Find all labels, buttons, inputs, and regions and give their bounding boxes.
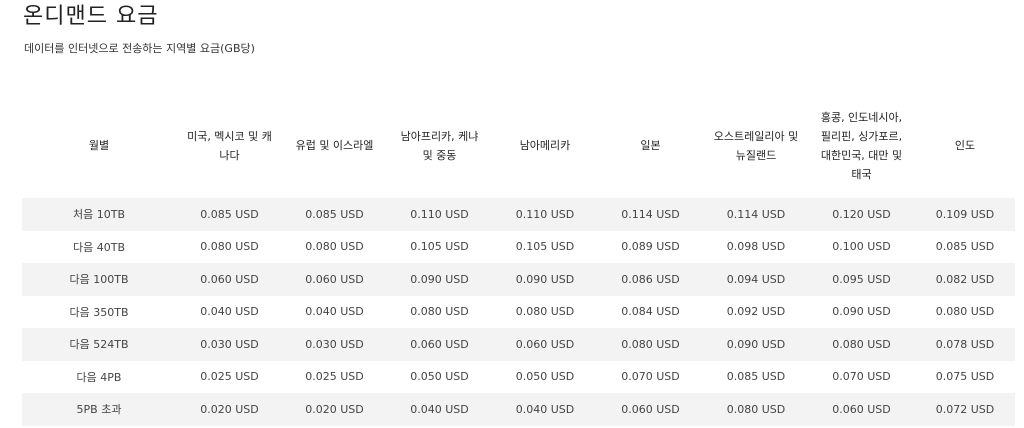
table-row: 다음 524TB 0.030 USD 0.030 USD 0.060 USD 0.060… [22, 328, 1015, 361]
price-cell: 0.072 USD [915, 393, 1015, 426]
price-cell: 0.114 USD [597, 198, 704, 231]
price-cell: 0.078 USD [915, 328, 1015, 361]
price-cell: 0.094 USD [704, 263, 808, 296]
price-cell: 0.080 USD [808, 328, 915, 361]
page-title: 온디맨드 요금 [23, 4, 159, 29]
price-cell: 0.080 USD [305, 240, 364, 254]
price-cell: 0.085 USD [283, 198, 386, 231]
column-header: 일본 [640, 139, 661, 152]
tier-cell: 처음 10TB [22, 198, 176, 231]
price-cell: 0.020 USD [283, 393, 386, 426]
price-cell: 0.040 USD [200, 305, 259, 319]
price-cell: 0.080 USD [410, 305, 469, 319]
table-row: 처음 10TB 0.085 USD 0.085 USD 0.110 USD 0.110 … [22, 198, 1015, 231]
column-header: 월별 [88, 139, 110, 152]
table-row: 5PB 초과 0.020 USD 0.020 USD 0.040 USD 0.040 U… [22, 393, 1015, 426]
price-cell: 0.070 USD [621, 370, 680, 384]
column-header: 홍콩, 인도네시아, 필리핀, 싱가포르, 대한민국, 대만 및 태국 [820, 110, 903, 181]
tier-cell: 다음 100TB [22, 263, 176, 296]
price-cell: 0.085 USD [726, 370, 786, 384]
price-cell: 0.092 USD [726, 305, 786, 319]
column-header: 인도 [954, 139, 976, 152]
price-cell: 0.090 USD [386, 263, 493, 296]
price-cell: 0.030 USD [283, 328, 386, 361]
price-cell: 0.060 USD [597, 393, 704, 426]
column-header: 유럽 및 이스라엘 [295, 139, 374, 152]
price-cell: 0.050 USD [515, 370, 575, 384]
price-cell: 0.060 USD [283, 263, 386, 296]
price-cell: 0.120 USD [808, 198, 915, 231]
price-cell: 0.095 USD [808, 263, 915, 296]
price-cell: 0.105 USD [515, 240, 575, 254]
pricing-table: 월별 미국, 멕시코 및 캐나다 유럽 및 이스라엘 남아프리카, 케냐 및 중… [22, 93, 1015, 426]
price-cell: 0.060 USD [386, 328, 493, 361]
tier-cell: 5PB 초과 [22, 393, 176, 426]
price-cell: 0.030 USD [176, 328, 283, 361]
tier-cell: 다음 350TB [69, 305, 129, 319]
price-cell: 0.090 USD [493, 263, 597, 296]
price-cell: 0.060 USD [176, 263, 283, 296]
price-cell: 0.060 USD [808, 393, 915, 426]
column-header: 오스트레일리아 및 뉴질랜드 [713, 129, 799, 162]
table-row: 다음 350TB 0.040 USD 0.040 USD 0.080 USD 0.080… [22, 296, 1015, 329]
price-cell: 0.080 USD [515, 305, 575, 319]
price-cell: 0.100 USD [832, 240, 891, 254]
price-cell: 0.050 USD [410, 370, 469, 384]
column-header: 미국, 멕시코 및 캐나다 [187, 129, 272, 162]
price-cell: 0.060 USD [493, 328, 597, 361]
price-cell: 0.086 USD [597, 263, 704, 296]
column-header: 남아메리카 [519, 139, 571, 152]
table-header-row: 월별 미국, 멕시코 및 캐나다 유럽 및 이스라엘 남아프리카, 케냐 및 중… [22, 93, 1015, 198]
price-cell: 0.110 USD [493, 198, 597, 231]
price-cell: 0.075 USD [935, 370, 995, 384]
table-row: 다음 4PB 0.025 USD 0.025 USD 0.050 USD 0.050 U… [22, 361, 1015, 394]
price-cell: 0.098 USD [726, 240, 786, 254]
table-body: 처음 10TB 0.085 USD 0.085 USD 0.110 USD 0.110 … [22, 198, 1015, 426]
price-cell: 0.040 USD [386, 393, 493, 426]
page-subtitle: 데이터를 인터넷으로 전송하는 지역별 요금(GB당) [24, 42, 255, 55]
price-cell: 0.089 USD [621, 240, 680, 254]
price-cell: 0.070 USD [832, 370, 891, 384]
price-cell: 0.080 USD [935, 305, 995, 319]
price-cell: 0.080 USD [200, 240, 259, 254]
column-header: 남아프리카, 케냐 및 중동 [400, 129, 479, 162]
price-cell: 0.084 USD [621, 305, 680, 319]
tier-cell: 다음 524TB [22, 328, 176, 361]
price-cell: 0.080 USD [597, 328, 704, 361]
price-cell: 0.080 USD [704, 393, 808, 426]
table-row: 다음 100TB 0.060 USD 0.060 USD 0.090 USD 0.090… [22, 263, 1015, 296]
price-cell: 0.040 USD [493, 393, 597, 426]
price-cell: 0.040 USD [305, 305, 364, 319]
price-cell: 0.085 USD [176, 198, 283, 231]
price-cell: 0.090 USD [832, 305, 891, 319]
tier-cell: 다음 40TB [73, 240, 125, 254]
price-cell: 0.085 USD [935, 240, 995, 254]
price-cell: 0.090 USD [704, 328, 808, 361]
price-cell: 0.114 USD [704, 198, 808, 231]
price-cell: 0.025 USD [305, 370, 364, 384]
price-cell: 0.105 USD [410, 240, 469, 254]
table-row: 다음 40TB 0.080 USD 0.080 USD 0.105 USD 0.105 … [22, 231, 1015, 264]
price-cell: 0.082 USD [915, 263, 1015, 296]
price-cell: 0.109 USD [915, 198, 1015, 231]
price-cell: 0.110 USD [386, 198, 493, 231]
price-cell: 0.020 USD [176, 393, 283, 426]
price-cell: 0.025 USD [200, 370, 259, 384]
tier-cell: 다음 4PB [76, 370, 122, 384]
